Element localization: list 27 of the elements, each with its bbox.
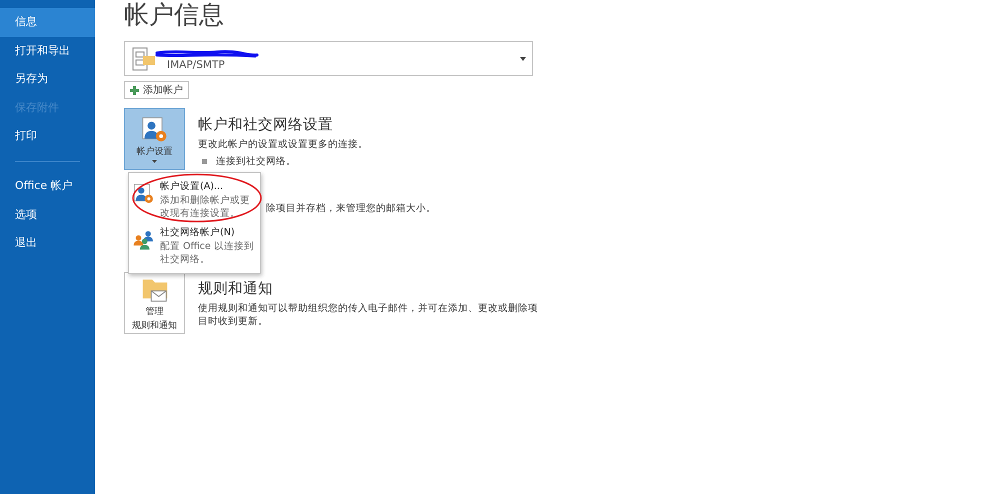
plus-icon — [130, 86, 139, 94]
section-heading: 规则和通知 — [198, 280, 274, 298]
manage-rules-button[interactable]: 管理 规则和通知 — [124, 272, 185, 334]
caret-icon — [520, 56, 526, 60]
mail-cabinet-icon — [131, 46, 157, 72]
caret-icon — [152, 160, 157, 162]
sidebar-item[interactable]: 打开和导出 — [0, 36, 95, 66]
sidebar-item[interactable]: 打印 — [0, 122, 95, 151]
sidebar-item[interactable]: 退出 — [0, 229, 95, 258]
account-settings-button[interactable]: 帐户设置 — [124, 108, 185, 170]
sidebar-item[interactable]: 选项 — [0, 200, 95, 230]
bullet-icon — [202, 159, 207, 164]
sidebar-item[interactable]: 另存为 — [0, 65, 95, 94]
menu-item[interactable]: 社交网络帐户(N) 配置 Office 以连接到社交网络。 — [129, 223, 260, 269]
bullet-text: 连接到社交网络。 — [216, 155, 296, 168]
sidebar-item[interactable]: 信息 — [0, 8, 95, 37]
user-gear-icon — [140, 116, 168, 144]
section-description: 更改此帐户的设置或设置更多的连接。 — [198, 138, 369, 151]
menu-item[interactable]: 帐户设置(A)... 添加和删除帐户或更改现有连接设置。 — [129, 177, 260, 223]
account-dropdown[interactable]: IMAP/SMTP — [124, 41, 533, 76]
section-description: 使用规则和通知可以帮助组织您的传入电子邮件，并可在添加、更改或删除项目时收到更新。 — [198, 302, 538, 328]
account-type: IMAP/SMTP — [167, 58, 225, 70]
add-account-button[interactable]: 添加帐户 — [124, 81, 189, 99]
page-title: 帐户信息 — [124, 1, 225, 29]
sidebar-item[interactable]: Office 帐户 — [0, 172, 95, 201]
section-heading: 帐户和社交网络设置 — [198, 116, 334, 134]
section-description: 除项目并存档，来管理您的邮箱大小。 — [266, 202, 437, 215]
